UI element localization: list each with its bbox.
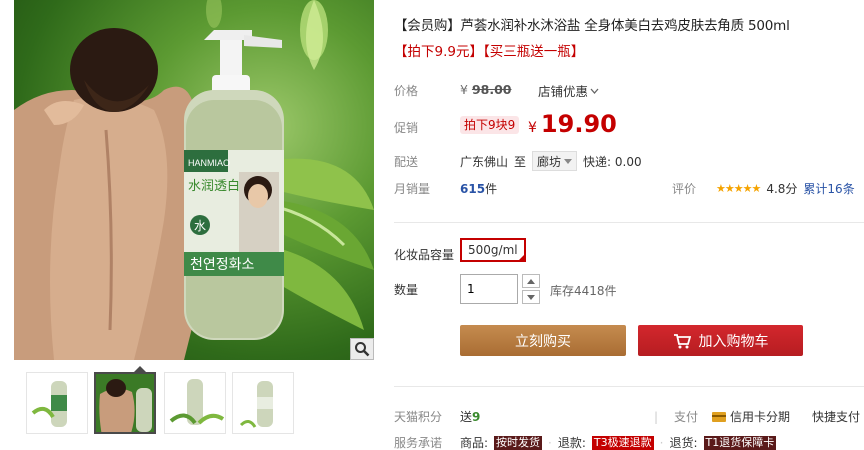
shipping-fee: 快递: 0.00 bbox=[583, 154, 642, 169]
credit-installment-label: 信用卡分期 bbox=[730, 410, 791, 424]
promo-price-currency: ¥ bbox=[528, 120, 537, 136]
star-rating-icon: ★★★★★ bbox=[716, 182, 761, 195]
product-info-panel: 【会员购】芦荟水润补水沐浴盐 全身体美白去鸡皮肤去角质 500ml 【拍下9.9… bbox=[394, 0, 864, 450]
points-number: 9 bbox=[472, 410, 481, 424]
credit-installment[interactable]: 信用卡分期 bbox=[712, 408, 790, 425]
thumbnail-4[interactable] bbox=[232, 372, 294, 434]
price-label: 价格 bbox=[394, 84, 419, 98]
tmall-points: 天猫积分 送9 bbox=[394, 408, 480, 425]
thumbnail-back-image bbox=[96, 374, 154, 432]
review-count-link[interactable]: 累计16条 bbox=[803, 180, 854, 197]
add-to-cart-button[interactable]: 加入购物车 bbox=[638, 325, 803, 356]
spec-option-500ml[interactable]: 500g/ml bbox=[460, 238, 526, 262]
points-prefix: 送 bbox=[460, 410, 473, 424]
thumbnail-bottle-image-2 bbox=[239, 381, 273, 428]
promo-price: ¥19.90 bbox=[528, 110, 617, 138]
rating-summary: 评价 ★★★★★ 4.8分 累计16条 bbox=[672, 180, 855, 197]
points-value: 送9 bbox=[460, 408, 480, 425]
quick-pay[interactable]: 快捷支付 bbox=[812, 408, 860, 425]
bottle-brand-text: HANMIAO bbox=[188, 158, 230, 168]
svg-text:水: 水 bbox=[194, 219, 206, 233]
shipping-info: 广东佛山 至 廊坊 快递: 0.00 bbox=[460, 151, 642, 171]
divider bbox=[394, 386, 864, 387]
shipping-label: 配送 bbox=[394, 155, 419, 169]
magnifier-icon bbox=[355, 342, 370, 357]
thumbnail-3[interactable] bbox=[164, 372, 226, 434]
stock-count: 库存4418件 bbox=[550, 284, 617, 298]
caret-down-icon bbox=[564, 158, 573, 164]
thumbnail-aloe-image bbox=[169, 379, 225, 425]
thumbnail-1[interactable] bbox=[26, 372, 88, 434]
buy-now-button[interactable]: 立刻购买 bbox=[460, 325, 626, 356]
service-item1-prefix: 商品: bbox=[460, 436, 489, 450]
bottle-label-text: 水润透白 bbox=[188, 178, 240, 194]
service-badge-refund[interactable]: T3极速退款 bbox=[591, 435, 654, 450]
price-panel: 价格 ¥ 98.00 店铺优惠 促销 拍下9块9 ¥19.90 配送 广东佛山 … bbox=[394, 68, 864, 202]
promo-label: 促销 bbox=[394, 121, 419, 135]
cart-icon bbox=[673, 333, 691, 348]
original-price-value: 98.00 bbox=[471, 82, 512, 97]
monthly-sales: 615件 bbox=[460, 180, 497, 197]
shipping-destination-select[interactable]: 廊坊 bbox=[532, 151, 578, 171]
quantity-decrease-button[interactable] bbox=[522, 290, 540, 304]
quantity-input[interactable] bbox=[460, 274, 518, 304]
spec-option-text: 500g/ml bbox=[468, 243, 518, 257]
shipping-to-word: 至 bbox=[514, 154, 527, 169]
shop-discount-dropdown[interactable]: 店铺优惠 bbox=[538, 81, 599, 100]
caret-down-icon bbox=[527, 294, 535, 300]
points-label: 天猫积分 bbox=[394, 410, 443, 424]
buy-now-label: 立刻购买 bbox=[515, 333, 571, 350]
zoom-button[interactable] bbox=[350, 338, 374, 360]
product-subtitle: 【拍下9.9元】【买三瓶送一瓶】 bbox=[394, 44, 585, 60]
service-promises: 商品: 按时发货 · 退款: T3极速退款 · 退货: T1退货保障卡 bbox=[460, 435, 777, 450]
main-product-image[interactable]: HANMIAO 水润透白 水 천연정화소 bbox=[14, 0, 374, 360]
rating-label: 评价 bbox=[672, 182, 697, 196]
add-to-cart-label: 加入购物车 bbox=[698, 333, 769, 350]
service-item3-prefix: 退货: bbox=[669, 436, 698, 450]
sales-count: 615 bbox=[460, 182, 486, 196]
quick-pay-label: 快捷支付 bbox=[812, 410, 861, 424]
divider bbox=[394, 222, 864, 223]
bottle-korean-text: 천연정화소 bbox=[190, 257, 255, 273]
spec-label: 化妆品容量 bbox=[394, 248, 455, 262]
service-item2-prefix: 退款: bbox=[557, 436, 586, 450]
rating-score: 4.8分 bbox=[766, 182, 798, 196]
service-badge-on-time[interactable]: 按时发货 bbox=[494, 435, 543, 450]
promo-price-value: 19.90 bbox=[540, 110, 617, 138]
shop-discount-label: 店铺优惠 bbox=[538, 84, 589, 99]
service-badge-return[interactable]: T1退货保障卡 bbox=[703, 435, 777, 450]
quantity-increase-button[interactable] bbox=[522, 274, 540, 288]
thumbnail-2[interactable] bbox=[94, 372, 156, 434]
payment-label-text: 支付 bbox=[674, 410, 699, 424]
service-label: 服务承诺 bbox=[394, 436, 443, 450]
credit-card-icon bbox=[712, 411, 726, 422]
thumbnail-strip bbox=[14, 366, 374, 450]
thumbnail-bottle-image bbox=[31, 381, 67, 427]
sales-unit: 件 bbox=[485, 182, 498, 196]
sales-label: 月销量 bbox=[394, 182, 431, 196]
shipping-from: 广东佛山 bbox=[460, 154, 509, 169]
original-price: ¥ 98.00 bbox=[460, 82, 511, 97]
chevron-down-icon bbox=[590, 88, 599, 94]
original-price-currency: ¥ bbox=[460, 82, 468, 97]
quantity-label: 数量 bbox=[394, 283, 419, 297]
product-title: 【会员购】芦荟水润补水沐浴盐 全身体美白去鸡皮肤去角质 500ml bbox=[394, 18, 790, 34]
promo-tag: 拍下9块9 bbox=[460, 116, 520, 134]
caret-up-icon bbox=[527, 278, 535, 284]
product-photo: HANMIAO 水润透白 水 천연정화소 bbox=[14, 0, 374, 360]
payment-label: | 支付 bbox=[654, 410, 699, 424]
selected-check-icon bbox=[516, 253, 526, 262]
shipping-destination: 廊坊 bbox=[537, 154, 562, 169]
